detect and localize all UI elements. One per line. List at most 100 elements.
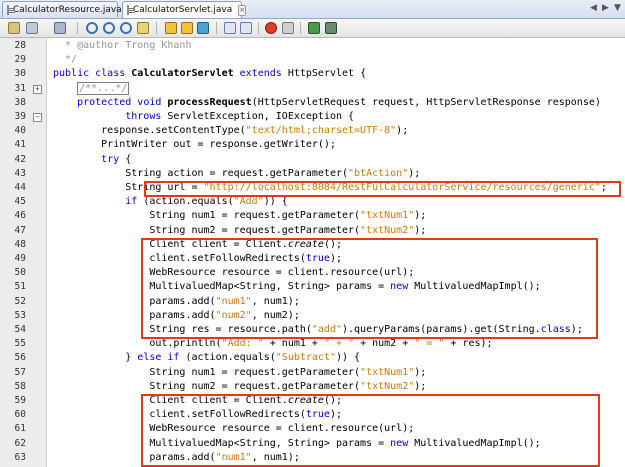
code-token: "txtNum2" xyxy=(360,224,415,236)
toggle-bookmark-icon[interactable] xyxy=(197,22,209,34)
line-number: 49 xyxy=(14,253,26,264)
code-token: create xyxy=(287,238,324,250)
code-token: ); xyxy=(414,366,427,378)
toggle-highlight-icon[interactable] xyxy=(137,22,149,34)
code-token: ); xyxy=(414,380,427,392)
comment-icon[interactable] xyxy=(325,22,337,34)
line-number: 39 xyxy=(14,111,26,122)
start-macro-icon[interactable] xyxy=(265,22,277,34)
code-line: Client client = Client.create(); xyxy=(53,239,342,251)
find-previous-icon[interactable] xyxy=(103,22,115,34)
code-line: String action = request.getParameter("bt… xyxy=(53,168,420,180)
source-view-icon[interactable] xyxy=(8,22,20,34)
tab-calculator-resource[interactable]: CalculatorResource.java × xyxy=(2,1,136,17)
find-icon[interactable] xyxy=(86,22,98,34)
line-number: 52 xyxy=(14,295,26,307)
line-number: 61 xyxy=(14,423,26,435)
code-token: CalculatorServlet xyxy=(131,68,234,80)
run-icon[interactable] xyxy=(308,22,320,34)
code-token: Client client = Client. xyxy=(53,395,288,406)
code-token: MultivaluedMap<String, String> params = xyxy=(53,281,391,293)
code-line: throws ServletException, IOException { xyxy=(53,111,354,123)
line-number: 41 xyxy=(14,139,26,151)
line-number: 45 xyxy=(14,196,26,208)
code-token: String num1 = request.getParameter( xyxy=(53,366,361,378)
code-line: String url = "http://localhost:8084/Rest… xyxy=(53,182,607,194)
editor-toolbar xyxy=(0,19,625,38)
line-number: 29 xyxy=(14,54,26,66)
line-number: 38 xyxy=(14,96,26,108)
tab-label: CalculatorResource.java xyxy=(13,4,122,15)
tab-calculator-servlet[interactable]: CalculatorServlet.java × xyxy=(122,1,247,18)
code-line: MultivaluedMap<String, String> params = … xyxy=(53,281,540,293)
code-line: response.setContentType("text/html;chars… xyxy=(53,125,408,137)
line-number: 30 xyxy=(14,68,26,80)
expand-fold-icon[interactable]: + xyxy=(33,84,42,94)
toolbar-separator xyxy=(77,22,78,34)
code-token: ); xyxy=(329,409,343,421)
code-token: "text/html;charset=UTF-8" xyxy=(245,125,397,137)
code-token: ); xyxy=(570,324,583,335)
code-token: "num2" xyxy=(215,309,252,321)
collapse-fold-icon[interactable]: − xyxy=(33,113,42,122)
line-number: 60 xyxy=(14,409,26,421)
scroll-tabs-left-icon[interactable]: ◀ xyxy=(590,3,597,13)
code-token: * @author Trong Khanh xyxy=(53,40,192,51)
close-tab-icon[interactable]: × xyxy=(238,4,247,16)
code-token: true xyxy=(305,409,330,421)
next-bookmark-icon[interactable] xyxy=(181,22,193,34)
stop-macro-icon[interactable] xyxy=(282,22,294,34)
code-token: params.add( xyxy=(53,295,216,307)
code-token: /**...*/ xyxy=(77,81,130,95)
toolbar-separator xyxy=(258,22,259,34)
code-token: (action.equals( xyxy=(143,196,234,208)
line-number: 56 xyxy=(14,352,26,364)
code-token: out.println( xyxy=(53,338,222,350)
shift-left-icon[interactable] xyxy=(224,22,236,34)
code-token: "num1" xyxy=(215,295,252,307)
code-token: */ xyxy=(53,54,78,66)
code-token: else if xyxy=(137,352,186,364)
java-file-icon xyxy=(7,4,15,15)
code-editor[interactable]: * @author Trong Khanh */ public class Cal… xyxy=(47,38,625,467)
code-token: ); xyxy=(414,224,427,236)
shift-right-icon[interactable] xyxy=(240,22,252,34)
find-next-icon[interactable] xyxy=(120,22,132,34)
line-number: 53 xyxy=(14,309,26,321)
code-token: MultivaluedMapImpl(); xyxy=(414,437,541,449)
code-token: processRequest xyxy=(167,96,252,108)
code-token: try xyxy=(101,153,126,165)
line-number: 51 xyxy=(14,281,26,293)
tab-list-icon[interactable]: ▼ xyxy=(614,3,621,13)
code-token: client.setFollowRedirects( xyxy=(53,253,306,264)
code-token: "Add: " xyxy=(221,338,264,350)
code-token: PrintWriter out = response.getWriter(); xyxy=(53,139,336,151)
code-line: String num1 = request.getParameter("txtN… xyxy=(53,210,426,222)
code-token: + num1 + xyxy=(263,338,324,350)
line-number: 31 xyxy=(14,82,26,94)
code-token: "num1" xyxy=(215,451,252,463)
code-line: out.println("Add: " + num1 + " + " + num… xyxy=(53,338,492,350)
code-token: create xyxy=(287,395,324,406)
previous-bookmark-icon[interactable] xyxy=(165,22,177,34)
history-icon[interactable] xyxy=(26,22,38,34)
code-token: new xyxy=(390,281,415,293)
code-token: String num2 = request.getParameter( xyxy=(53,380,361,392)
code-line: Client client = Client.create(); xyxy=(53,395,342,407)
code-token: "btAction" xyxy=(348,167,409,179)
code-token: MultivaluedMap<String, String> params = xyxy=(53,437,391,449)
code-token: (); xyxy=(323,395,342,406)
code-token: if xyxy=(125,196,144,208)
line-number: 47 xyxy=(14,224,26,236)
code-token: params.add( xyxy=(53,309,216,321)
code-line: params.add("num1", num1); xyxy=(53,296,300,308)
code-token: WebResource resource = client.resource(u… xyxy=(53,423,415,435)
scroll-tabs-right-icon[interactable]: ▶ xyxy=(602,3,609,13)
code-token: (); xyxy=(323,238,342,250)
navigate-back-icon[interactable] xyxy=(54,22,66,34)
code-token: )) { xyxy=(263,196,288,208)
code-token: WebResource resource = client.resource(u… xyxy=(53,267,415,279)
editor-tab-bar: CalculatorResource.java × CalculatorServ… xyxy=(0,0,625,19)
code-token: client.setFollowRedirects( xyxy=(53,409,306,421)
code-line: public class CalculatorServlet extends H… xyxy=(53,68,366,80)
